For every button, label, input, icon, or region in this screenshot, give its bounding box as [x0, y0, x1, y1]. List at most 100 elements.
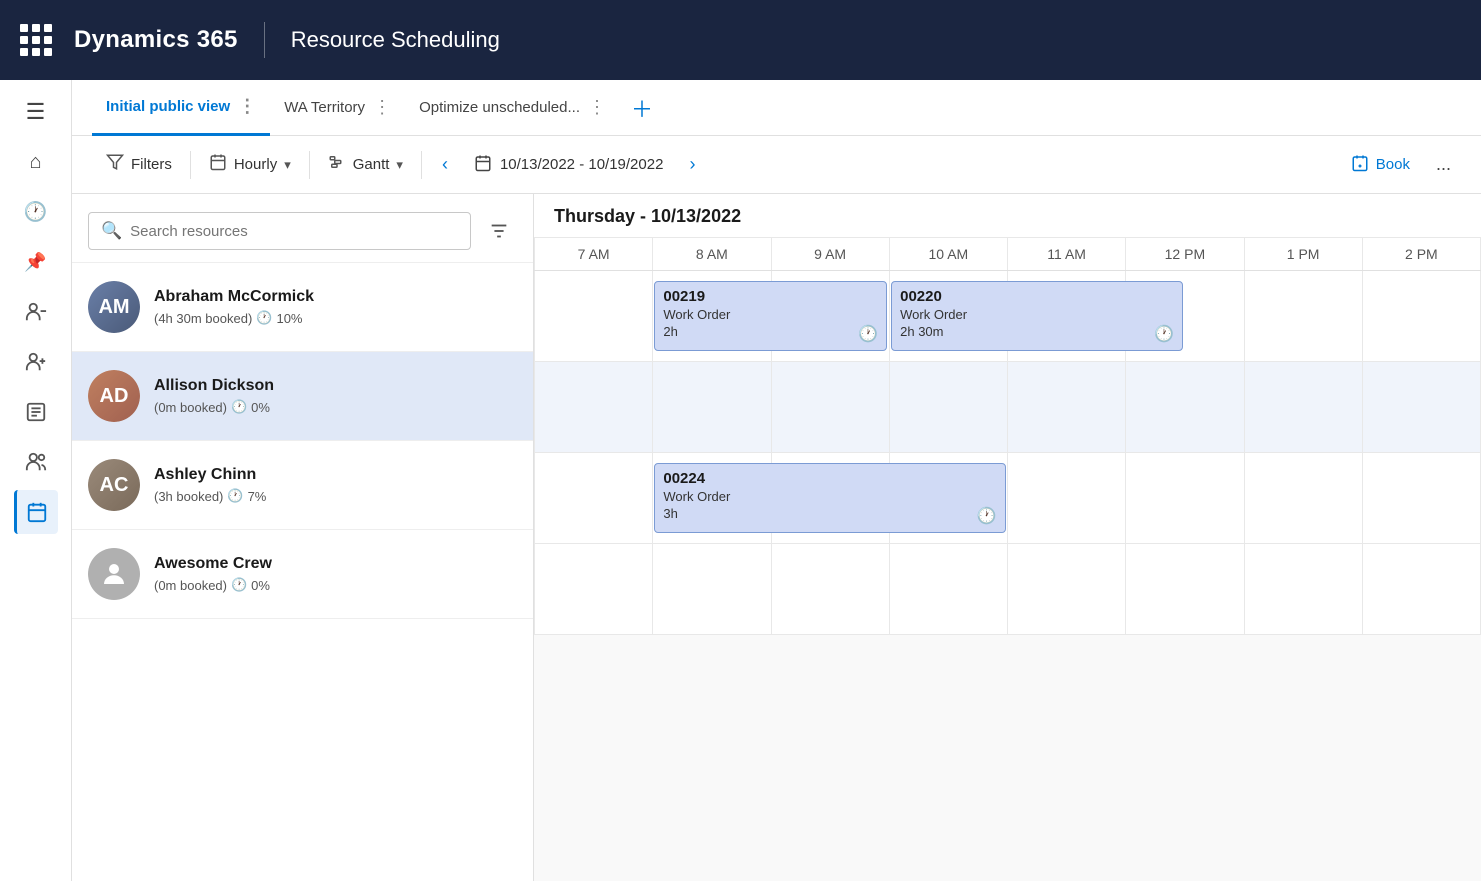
filter-icon — [106, 153, 124, 176]
app-title: Dynamics 365 — [74, 26, 238, 54]
tab-optimize-unscheduled[interactable]: Optimize unscheduled... ⋮ — [405, 80, 620, 136]
time-cell-12pm: 12 PM — [1126, 238, 1244, 270]
time-cell-7am: 7 AM — [534, 238, 653, 270]
filters-label: Filters — [131, 156, 172, 173]
clock-icon-00220: 🕐 — [1154, 324, 1174, 344]
booking-dur-00220: 2h 30m — [900, 324, 1174, 339]
clock-icon-allison: 🕐 — [231, 399, 247, 415]
sidebar-item-menu[interactable]: ☰ — [14, 90, 58, 134]
booking-type-00224: Work Order — [663, 489, 996, 504]
booking-block-00224[interactable]: 00224 Work Order 3h 🕐 — [654, 463, 1005, 533]
resource-avatar-awesome-crew — [88, 548, 140, 600]
sidebar-item-report[interactable] — [14, 390, 58, 434]
resource-search-box[interactable]: 🔍 — [88, 212, 471, 250]
booking-block-00219[interactable]: 00219 Work Order 2h 🕐 — [654, 281, 887, 351]
sort-button[interactable] — [481, 213, 517, 249]
resource-item-awesome-crew[interactable]: Awesome Crew (0m booked) 🕐 0% — [72, 530, 533, 619]
booking-block-00220[interactable]: 00220 Work Order 2h 30m 🕐 — [891, 281, 1183, 351]
booking-num-00220: 00220 — [900, 288, 1174, 305]
sidebar-item-team[interactable] — [14, 440, 58, 484]
resource-name-awesome-crew: Awesome Crew — [154, 555, 272, 573]
gantt-row-inner-awesome-crew — [534, 544, 1481, 634]
time-cell-11am: 11 AM — [1008, 238, 1126, 270]
tab-more-wa[interactable]: ⋮ — [373, 97, 391, 118]
clock-icon-00224: 🕐 — [977, 506, 997, 526]
nav-divider — [264, 22, 265, 58]
utilization-ashley: 7% — [248, 489, 267, 504]
sidebar-item-pin[interactable]: 📌 — [14, 240, 58, 284]
gantt-button[interactable]: Gantt ▾ — [314, 146, 417, 183]
gantt-cell-7am-ashley — [534, 453, 653, 543]
book-label: Book — [1376, 156, 1410, 173]
resource-item-abraham[interactable]: AM Abraham McCormick (4h 30m booked) 🕐 1… — [72, 263, 533, 352]
resource-item-ashley[interactable]: AC Ashley Chinn (3h booked) 🕐 7% — [72, 441, 533, 530]
sidebar: ☰ ⌂ 🕐 📌 — [0, 80, 72, 881]
resource-search-row: 🔍 — [72, 194, 533, 263]
utilization-abraham: 10% — [276, 311, 302, 326]
hourly-label: Hourly — [234, 156, 277, 173]
sidebar-item-users[interactable] — [14, 290, 58, 334]
schedule-area: 🔍 AM — [72, 194, 1481, 881]
gantt-cell-10am-awesome — [890, 544, 1008, 634]
time-cell-9am: 9 AM — [772, 238, 890, 270]
gantt-cell-8am-awesome — [653, 544, 771, 634]
tab-more-initial[interactable]: ⋮ — [238, 96, 256, 117]
hourly-button[interactable]: Hourly ▾ — [195, 146, 305, 183]
gantt-cell-9am-allison — [772, 362, 890, 452]
resource-item-allison[interactable]: AD Allison Dickson (0m booked) 🕐 0% — [72, 352, 533, 441]
sidebar-item-home[interactable]: ⌂ — [14, 140, 58, 184]
gantt-cell-1pm-abraham — [1245, 271, 1363, 361]
resource-avatar-ashley: AC — [88, 459, 140, 511]
filters-button[interactable]: Filters — [92, 146, 186, 183]
top-nav: Dynamics 365 Resource Scheduling — [0, 0, 1481, 80]
gantt-cell-9am-awesome — [772, 544, 890, 634]
gantt-row-abraham: 00219 Work Order 2h 🕐 00220 Work Order 2… — [534, 271, 1481, 362]
gantt-cell-12pm-ashley — [1126, 453, 1244, 543]
sidebar-item-calendar[interactable] — [14, 490, 58, 534]
gantt-chevron: ▾ — [396, 157, 403, 173]
resource-meta-abraham: (4h 30m booked) 🕐 10% — [154, 310, 314, 326]
time-cell-10am: 10 AM — [890, 238, 1008, 270]
booking-dur-00219: 2h — [663, 324, 878, 339]
tab-wa-territory[interactable]: WA Territory ⋮ — [270, 80, 405, 136]
gantt-cell-1pm-allison — [1245, 362, 1363, 452]
gantt-row-inner-allison — [534, 362, 1481, 452]
next-date-button[interactable]: › — [681, 150, 703, 179]
date-range-text: 10/13/2022 - 10/19/2022 — [500, 156, 663, 173]
app-grid-icon[interactable] — [20, 24, 52, 56]
gantt-cell-10am-allison — [890, 362, 1008, 452]
resource-avatar-abraham: AM — [88, 281, 140, 333]
book-button[interactable]: Book — [1335, 147, 1426, 183]
gantt-cell-11am-ashley — [1008, 453, 1126, 543]
gantt-row-inner-abraham: 00219 Work Order 2h 🕐 00220 Work Order 2… — [534, 271, 1481, 361]
prev-date-button[interactable]: ‹ — [434, 150, 456, 179]
gantt-row-inner-ashley: 00224 Work Order 3h 🕐 — [534, 453, 1481, 543]
resource-meta-text-abraham: (4h 30m booked) — [154, 311, 252, 326]
booking-type-00219: Work Order — [663, 307, 878, 322]
sidebar-item-recent[interactable]: 🕐 — [14, 190, 58, 234]
tab-initial-public-view[interactable]: Initial public view ⋮ — [92, 80, 270, 136]
gantt-cell-12pm-awesome — [1126, 544, 1244, 634]
toolbar-sep-2 — [309, 151, 310, 179]
more-options-button[interactable]: ... — [1426, 148, 1461, 181]
resource-avatar-allison: AD — [88, 370, 140, 422]
tabs-add-button[interactable]: ＋ — [624, 90, 660, 126]
date-nav: ‹ 10/13/2022 - 10/19/2022 › — [434, 150, 703, 180]
calendar-icon — [474, 154, 492, 176]
tab-label-optimize: Optimize unscheduled... — [419, 99, 580, 116]
clock-icon-00219: 🕐 — [858, 324, 878, 344]
resource-info-abraham: Abraham McCormick (4h 30m booked) 🕐 10% — [154, 288, 314, 326]
gantt-panel: Thursday - 10/13/2022 7 AM 8 AM 9 AM 10 … — [534, 194, 1481, 881]
utilization-awesome-crew: 0% — [251, 578, 270, 593]
sidebar-item-person-add[interactable] — [14, 340, 58, 384]
date-range[interactable]: 10/13/2022 - 10/19/2022 — [464, 150, 673, 180]
tab-more-optimize[interactable]: ⋮ — [588, 97, 606, 118]
toolbar-sep-1 — [190, 151, 191, 179]
clock-icon-ashley: 🕐 — [227, 488, 243, 504]
content-area: Initial public view ⋮ WA Territory ⋮ Opt… — [72, 80, 1481, 881]
resource-meta-allison: (0m booked) 🕐 0% — [154, 399, 274, 415]
time-cell-8am: 8 AM — [653, 238, 771, 270]
tabs-row: Initial public view ⋮ WA Territory ⋮ Opt… — [72, 80, 1481, 136]
search-input[interactable] — [130, 223, 458, 240]
gantt-row-ashley: 00224 Work Order 3h 🕐 — [534, 453, 1481, 544]
